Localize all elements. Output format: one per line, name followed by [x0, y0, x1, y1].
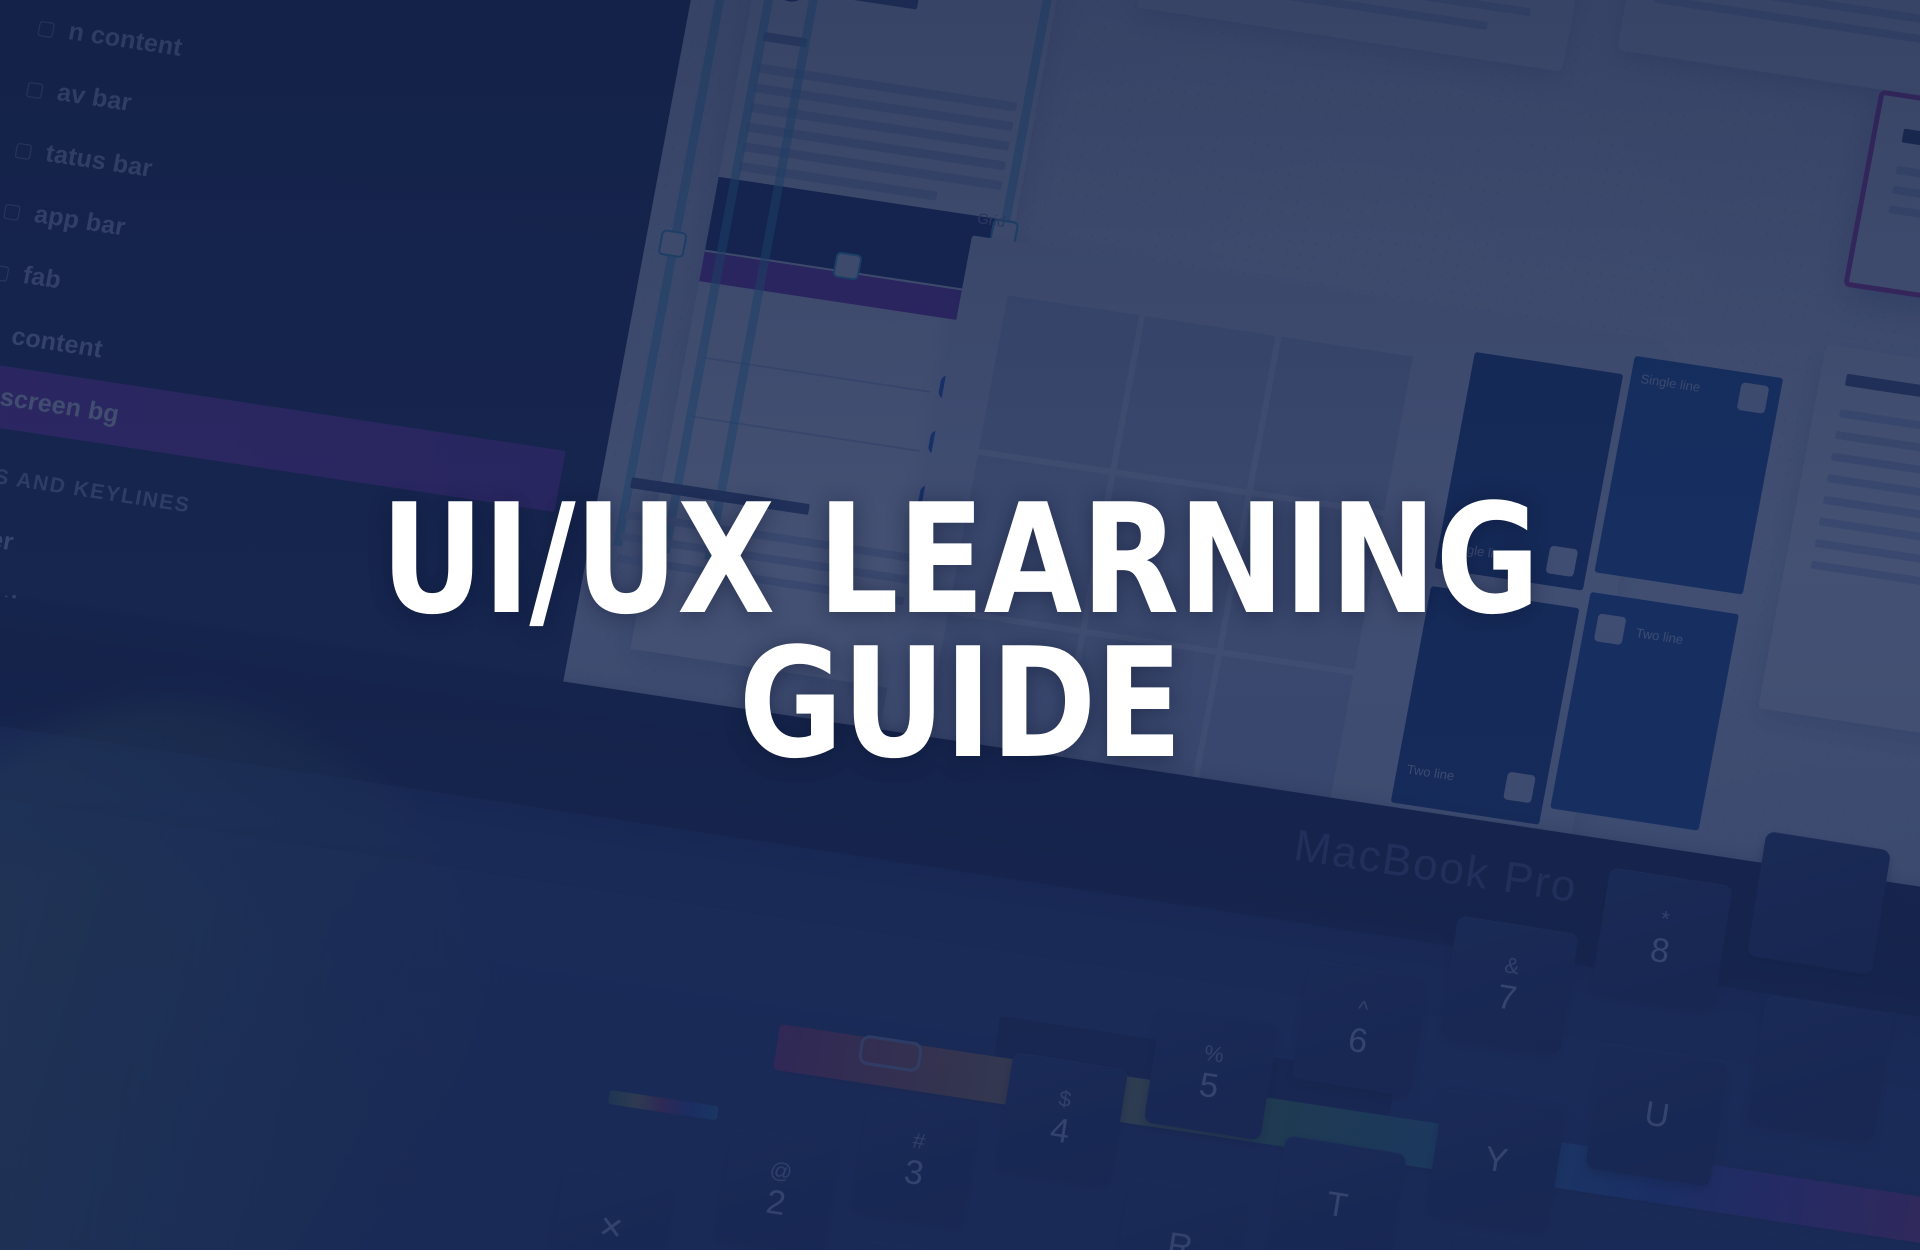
hero-banner: ▢g ▢n content ▢av bar ▢tatus bar ▢app ba…	[0, 0, 1920, 1250]
hero-title-block: UI/UX LEARNING GUIDE	[0, 0, 1920, 1250]
hero-title-line-1: UI/UX LEARNING	[380, 470, 1540, 648]
hero-title-line-2: GUIDE	[738, 615, 1183, 792]
